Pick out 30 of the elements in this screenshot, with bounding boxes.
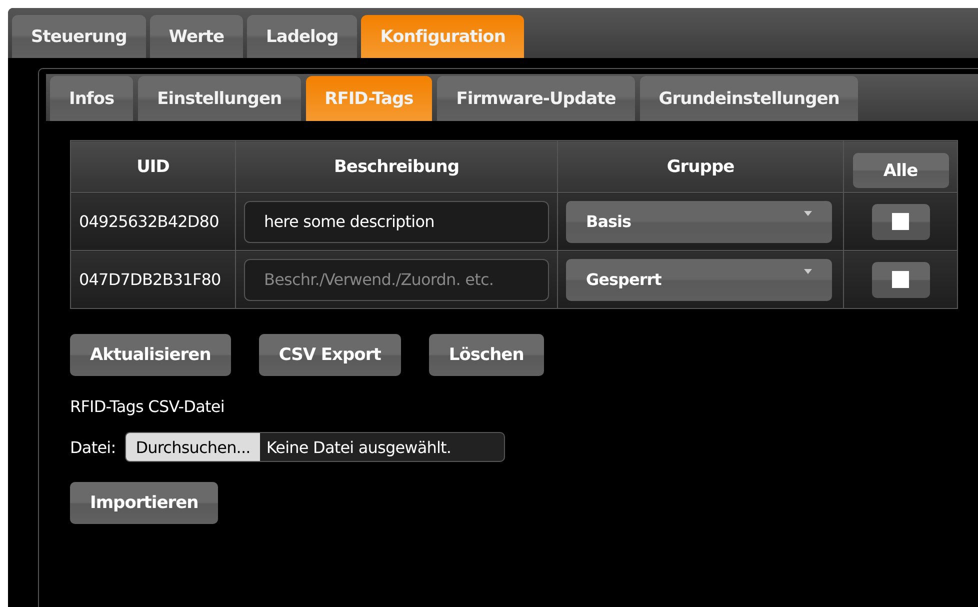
- main-tab[interactable]: Ladelog: [247, 15, 358, 58]
- description-field[interactable]: here some description: [244, 200, 549, 242]
- row-checkbox[interactable]: [872, 262, 930, 298]
- caret-icon: [804, 269, 812, 274]
- uid-cell: 04925632B42D80: [70, 192, 236, 250]
- column-header: Gruppe: [558, 140, 844, 192]
- column-header: UID: [70, 140, 236, 192]
- caret-icon: [804, 211, 812, 216]
- file-field[interactable]: Durchsuchen... Keine Datei ausgewählt.: [124, 432, 505, 462]
- sub-tab[interactable]: Grundeinstellungen: [640, 76, 858, 121]
- row-checkbox[interactable]: [872, 204, 930, 240]
- uid-cell: 047D7DB2B31F80: [70, 250, 236, 308]
- group-dropdown[interactable]: Basis: [566, 200, 832, 242]
- column-header: Beschreibung: [236, 140, 558, 192]
- select-all-button[interactable]: Alle: [852, 153, 948, 188]
- import-button[interactable]: Importieren: [70, 482, 218, 524]
- main-tab[interactable]: Werte: [150, 15, 244, 58]
- file-label: Datei:: [70, 438, 116, 456]
- section-title: RFID-Tags CSV-Datei: [70, 397, 224, 416]
- description-field[interactable]: Beschr./Verwend./Zuordn. etc.: [244, 258, 549, 300]
- group-dropdown[interactable]: Gesperrt: [566, 258, 832, 300]
- action-button[interactable]: Aktualisieren: [70, 334, 231, 376]
- browse-button[interactable]: Durchsuchen...: [126, 433, 260, 461]
- action-button[interactable]: Löschen: [428, 334, 544, 376]
- sub-tab[interactable]: Infos: [50, 76, 134, 121]
- sub-tab[interactable]: Firmware-Update: [437, 76, 635, 121]
- main-tab[interactable]: Steuerung: [12, 15, 146, 58]
- action-button[interactable]: CSV Export: [258, 334, 401, 376]
- file-status: Keine Datei ausgewählt.: [265, 438, 452, 456]
- sub-tab[interactable]: Einstellungen: [138, 76, 301, 121]
